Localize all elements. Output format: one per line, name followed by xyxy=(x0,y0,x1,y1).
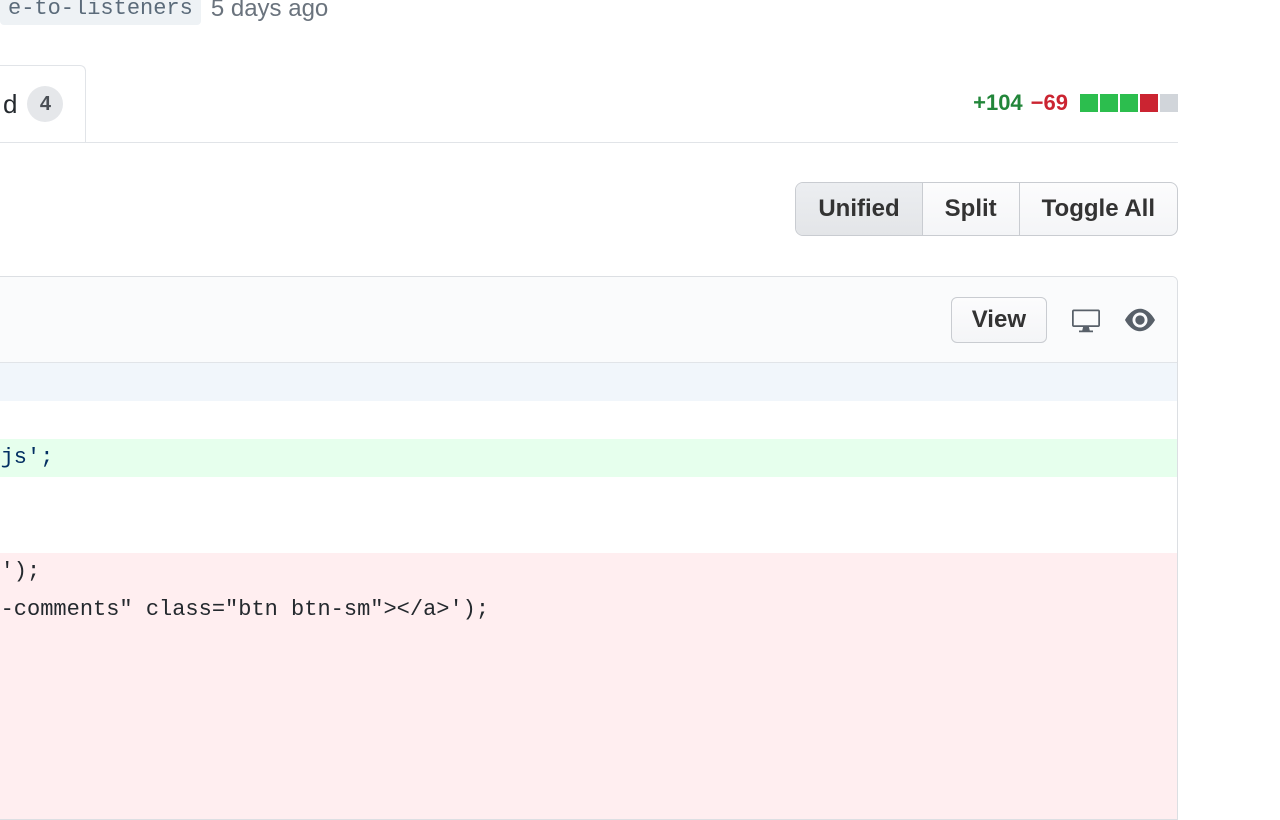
split-button[interactable]: Split xyxy=(922,183,1019,235)
tabs-bar: d 4 +104 −69 xyxy=(0,65,1178,143)
diff-removed-line xyxy=(0,743,1177,781)
files-changed-tab[interactable]: d 4 xyxy=(0,65,86,142)
commit-meta-row: e-to-listeners 5 days ago xyxy=(0,0,328,25)
file-diff: View rs.js'; ght'); gle-comments" class=… xyxy=(0,276,1178,820)
diff-removed-line: gle-comments" class="btn btn-sm"></a>'); xyxy=(0,591,1177,629)
diff-removed-line xyxy=(0,781,1177,819)
files-changed-count: 4 xyxy=(27,86,63,122)
diffstat-block xyxy=(1100,94,1118,112)
diffstat-block xyxy=(1160,94,1178,112)
view-mode-toggle: Unified Split Toggle All xyxy=(795,182,1178,236)
diff-removed-line: '); xyxy=(0,629,1177,667)
diff-context-line xyxy=(0,515,1177,553)
desktop-icon[interactable] xyxy=(1071,306,1101,334)
diffstat-block xyxy=(1120,94,1138,112)
diff-added-line: rs.js'; xyxy=(0,439,1177,477)
diffstat-additions: +104 xyxy=(973,90,1023,116)
diff-removed-line: ; xyxy=(0,705,1177,743)
commit-timestamp: 5 days ago xyxy=(211,0,328,23)
unified-button[interactable]: Unified xyxy=(796,183,921,235)
hunk-header xyxy=(0,363,1177,401)
diff-context-line xyxy=(0,401,1177,439)
tab-label: d xyxy=(3,89,17,120)
toggle-all-button[interactable]: Toggle All xyxy=(1019,183,1177,235)
diffstat-block xyxy=(1140,94,1158,112)
diffstat: +104 −69 xyxy=(973,90,1178,142)
eye-icon[interactable] xyxy=(1125,308,1155,332)
diffstat-deletions: −69 xyxy=(1031,90,1068,116)
diff-body: rs.js'; ght'); gle-comments" class="btn … xyxy=(0,363,1177,819)
diffstat-blocks xyxy=(1080,94,1178,112)
file-header: View xyxy=(0,277,1177,363)
branch-label[interactable]: e-to-listeners xyxy=(0,0,201,25)
view-file-button[interactable]: View xyxy=(951,297,1047,343)
diff-context-line xyxy=(0,477,1177,515)
diff-removed-line: ght'); xyxy=(0,553,1177,591)
diffstat-block xyxy=(1080,94,1098,112)
diff-removed-line: { xyxy=(0,667,1177,705)
